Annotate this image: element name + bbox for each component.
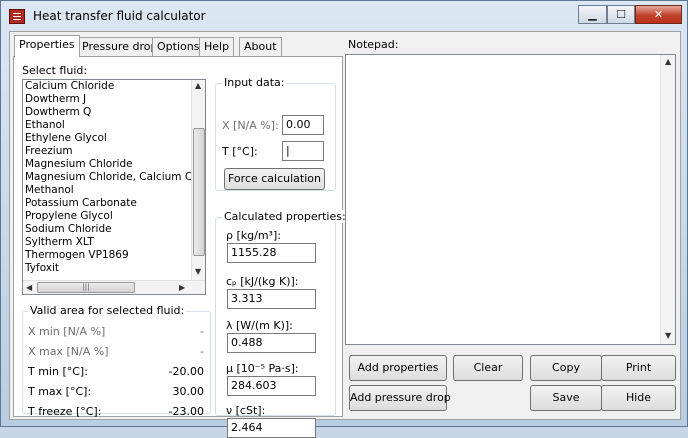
fluid-list-item[interactable]: Magnesium Chloride, Calcium Chlo	[23, 171, 205, 184]
calculated-properties-title: Calculated properties:	[222, 210, 348, 223]
maximize-button[interactable]: ☐	[607, 5, 635, 24]
valid-area-row-value: 30.00	[172, 385, 205, 398]
temperature-input-field[interactable]: |	[282, 141, 324, 161]
window-title: Heat transfer fluid calculator	[33, 9, 206, 23]
title-bar[interactable]: Heat transfer fluid calculator ▁ ☐ ✕	[1, 1, 687, 31]
close-icon: ✕	[653, 8, 664, 21]
valid-area-row-label: T max [°C]:	[28, 385, 92, 398]
client-area: Properties Pressure drop Options Help Ab…	[9, 31, 681, 438]
fluid-list-item[interactable]: Propylene Glycol	[23, 210, 205, 223]
scroll-up-icon[interactable]: ▲	[665, 57, 671, 66]
temperature-input-label: T [°C]:	[222, 145, 258, 158]
minimize-icon: ▁	[588, 8, 597, 21]
scrollbar-thumb[interactable]: |||	[37, 282, 135, 293]
fluid-list-item[interactable]: Ethylene Glycol	[23, 132, 205, 145]
valid-area-row-value: -	[200, 345, 204, 358]
notepad-textarea[interactable]: ▲ ▼	[345, 54, 676, 345]
viscosity-label: μ [10⁻⁵ Pa·s]:	[226, 362, 299, 375]
scroll-right-icon[interactable]: ▶	[179, 283, 185, 292]
app-icon	[9, 9, 25, 24]
fluid-list-item[interactable]: Calcium Chloride	[23, 80, 205, 93]
app-window: Heat transfer fluid calculator ▁ ☐ ✕ Pro…	[0, 0, 688, 438]
copy-button[interactable]: Copy	[530, 355, 602, 381]
force-calculation-button[interactable]: Force calculation	[224, 168, 325, 190]
fluid-list-item[interactable]: Magnesium Chloride	[23, 158, 205, 171]
minimize-button[interactable]: ▁	[578, 5, 607, 24]
fluid-list-item[interactable]: Potassium Carbonate	[23, 197, 205, 210]
fluid-list-item[interactable]: Tyfoxit	[23, 262, 205, 275]
print-button[interactable]: Print	[601, 355, 676, 381]
fluid-list-item[interactable]: Dowtherm J	[23, 93, 205, 106]
fluid-listbox[interactable]: Calcium Chloride Dowtherm J Dowtherm Q Etha…	[22, 79, 206, 295]
x-input-field[interactable]: 0.00	[282, 115, 324, 135]
notepad-vertical-scrollbar[interactable]: ▲ ▼	[660, 55, 675, 344]
scroll-up-icon[interactable]: ▲	[195, 81, 201, 90]
tab-options[interactable]: Options	[152, 37, 205, 56]
tab-about[interactable]: About	[239, 37, 282, 56]
density-field[interactable]: 1155.28	[227, 243, 316, 263]
heat-capacity-field[interactable]: 3.313	[227, 289, 316, 309]
kinematic-viscosity-field[interactable]: 2.464	[227, 418, 316, 438]
fluid-list-vertical-scrollbar[interactable]: ▲ ▼	[191, 80, 205, 280]
valid-area-row: T max [°C]: 30.00	[28, 385, 204, 398]
hide-button[interactable]: Hide	[601, 385, 676, 411]
heat-capacity-label: cₚ [kJ/(kg K)]:	[226, 275, 299, 288]
add-properties-button[interactable]: Add properties	[349, 355, 447, 381]
fluid-list-item[interactable]: Ethanol	[23, 119, 205, 132]
scroll-down-icon[interactable]: ▼	[195, 267, 201, 276]
clear-button[interactable]: Clear	[453, 355, 523, 381]
valid-area-row: T freeze [°C]: -23.00	[28, 405, 204, 418]
close-button[interactable]: ✕	[635, 5, 682, 24]
fluid-list-horizontal-scrollbar[interactable]: ◀ ||| ▶	[23, 280, 205, 294]
kinematic-viscosity-label: ν [cSt]:	[226, 404, 266, 417]
properties-panel: Select fluid: Calcium Chloride Dowtherm J…	[13, 56, 348, 438]
scroll-down-icon[interactable]: ▼	[665, 331, 671, 340]
valid-area-row: X min [N/A %] -	[28, 325, 204, 338]
valid-area-row-label: X min [N/A %]	[28, 325, 106, 338]
conductivity-label: λ [W/(m K)]:	[226, 319, 293, 332]
valid-area-row-label: T min [°C]:	[28, 365, 88, 378]
input-data-title: Input data:	[222, 76, 287, 89]
tab-pressure-drop[interactable]: Pressure drop	[77, 37, 163, 56]
valid-area-row-value: -20.00	[168, 365, 204, 378]
density-label: ρ [kg/m³]:	[226, 229, 281, 242]
valid-area-row: X max [N/A %] -	[28, 345, 204, 358]
valid-area-row-value: -23.00	[168, 405, 204, 418]
viscosity-field[interactable]: 284.603	[227, 376, 316, 396]
x-input-label: X [N/A %]:	[222, 119, 279, 132]
scrollbar-thumb[interactable]	[193, 128, 205, 256]
valid-area-title: Valid area for selected fluid:	[28, 304, 187, 317]
valid-area-row-label: T freeze [°C]:	[28, 405, 102, 418]
maximize-icon: ☐	[616, 8, 626, 21]
fluid-list-item[interactable]: Sodium Chloride	[23, 223, 205, 236]
fluid-list-item[interactable]: Freezium	[23, 145, 205, 158]
fluid-list-item[interactable]: Syltherm XLT	[23, 236, 205, 249]
scroll-left-icon[interactable]: ◀	[26, 283, 32, 292]
valid-area-row: T min [°C]: -20.00	[28, 365, 204, 378]
add-pressure-drop-button[interactable]: Add pressure drop	[349, 385, 451, 411]
valid-area-row-value: -	[200, 325, 204, 338]
conductivity-field[interactable]: 0.488	[227, 333, 316, 353]
fluid-list-item[interactable]: Methanol	[23, 184, 205, 197]
notepad-label: Notepad:	[348, 38, 399, 51]
select-fluid-label: Select fluid:	[22, 64, 88, 77]
fluid-list-item[interactable]: Dowtherm Q	[23, 106, 205, 119]
tab-properties[interactable]: Properties	[14, 35, 80, 57]
fluid-list-item[interactable]: Thermogen VP1869	[23, 249, 205, 262]
save-button[interactable]: Save	[530, 385, 602, 411]
tab-help[interactable]: Help	[199, 37, 235, 56]
valid-area-row-label: X max [N/A %]	[28, 345, 109, 358]
